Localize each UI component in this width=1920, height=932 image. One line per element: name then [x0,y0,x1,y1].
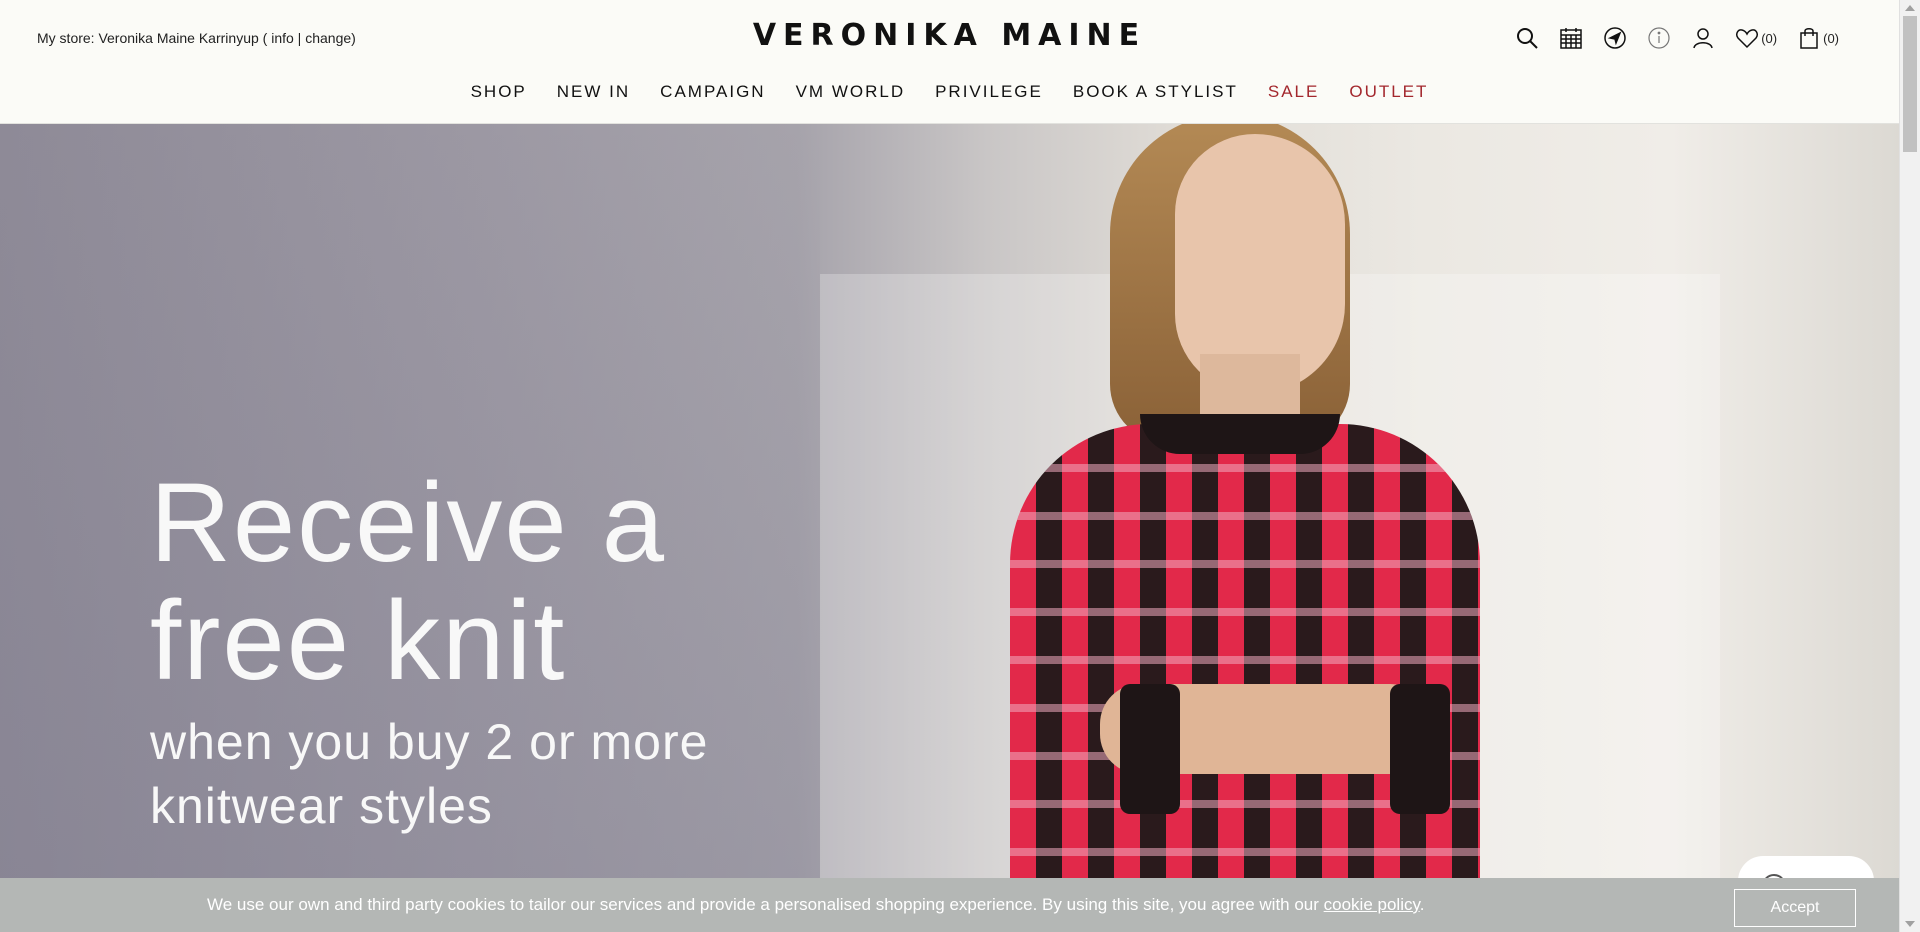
nav-shop[interactable]: SHOP [456,82,542,102]
search-icon[interactable] [1515,26,1539,50]
nav-campaign[interactable]: CAMPAIGN [645,82,780,102]
nav-outlet[interactable]: OUTLET [1334,82,1443,102]
scroll-up-arrow[interactable] [1905,5,1915,11]
nav-vm-world[interactable]: VM WORLD [781,82,921,102]
accept-cookies-button[interactable]: Accept [1734,889,1856,927]
hero-banner[interactable]: Receive a free knit when you buy 2 or mo… [0,124,1899,932]
hero-line-4: knitwear styles [150,778,493,834]
model-sweater [1010,424,1480,932]
wishlist-count: (0) [1761,30,1778,46]
heart-icon[interactable] [1735,26,1759,50]
hero-model-image [1000,124,1500,932]
wishlist[interactable]: (0) [1735,26,1777,50]
model-collar [1140,414,1340,454]
hero-line-3: when you buy 2 or more [150,714,709,770]
cart[interactable]: (0) [1797,26,1839,50]
nav-privilege[interactable]: PRIVILEGE [920,82,1058,102]
scroll-down-arrow[interactable] [1905,921,1915,927]
location-icon[interactable] [1603,26,1627,50]
model-cuff-left [1120,684,1180,814]
info-icon[interactable] [1647,26,1671,50]
bag-icon[interactable] [1797,26,1821,50]
nav-book-a-stylist[interactable]: BOOK A STYLIST [1058,82,1253,102]
header-icons: (0) (0) [1515,26,1839,50]
hero-line-2: free knit [150,578,567,703]
scroll-thumb[interactable] [1903,16,1917,152]
nav-new-in[interactable]: NEW IN [542,82,645,102]
main-nav: SHOP NEW IN CAMPAIGN VM WORLD PRIVILEGE … [0,82,1899,102]
site-header: My store: Veronika Maine Karrinyup ( inf… [0,0,1899,124]
cookie-message: We use our own and third party cookies t… [207,895,1424,915]
cookie-banner: We use our own and third party cookies t… [0,878,1899,932]
model-cuff-right [1390,684,1450,814]
nav-sale[interactable]: SALE [1253,82,1334,102]
cookie-text-end: . [1419,895,1425,914]
hero-headline: Receive a free knit when you buy 2 or mo… [150,464,708,838]
hero-line-1: Receive a [150,460,667,585]
page-scrollbar[interactable] [1899,0,1920,932]
cart-count: (0) [1823,30,1839,46]
cookie-text: We use our own and third party cookies t… [207,895,1324,914]
cookie-policy-link[interactable]: cookie policy [1324,895,1420,914]
account-icon[interactable] [1691,26,1715,50]
calendar-icon[interactable] [1559,26,1583,50]
